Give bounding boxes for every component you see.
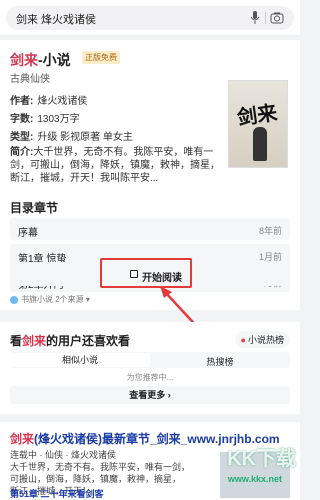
intro-row: 简介:大千世界，无奇不有。我陈平安，唯有一剑，可搬山，倒海，降妖，镇魔，敕神，摘… [10,147,220,184]
book-genre: 古典仙侠 [10,74,50,85]
camera-icon[interactable] [270,11,284,25]
fire-icon: ● [240,335,246,345]
book-title[interactable]: 剑来-小说 [10,50,71,70]
chapters-heading: 目录章节 [10,201,59,215]
search-input[interactable]: 剑来 烽火戏诸侯 [6,6,294,30]
words-row: 字数: 1303万字 [10,114,80,125]
result-latest-chapter[interactable]: 第51章 二十年来看剑客 [10,487,104,500]
book-cover[interactable]: 剑来 [228,80,288,168]
recommend-card: 看剑来的用户还喜欢看 ● 小说热榜 相似小说 热搜榜 为您推荐中... 查看更多 … [0,322,300,414]
hot-list-button[interactable]: ● 小说热榜 [234,331,290,348]
watermark-url: www.kkx.net [227,474,282,484]
view-more-button[interactable]: 查看更多 › [10,386,290,404]
highlight-box [100,258,192,288]
recommend-title: 看剑来的用户还喜欢看 [10,334,131,348]
type-row: 类型: 升级 影视原著 单女主 [10,132,133,143]
author-row: 作者: 烽火戏诸侯 [10,96,88,107]
tab-similar[interactable]: 相似小说 [10,353,150,367]
microphone-icon[interactable] [250,11,260,25]
cover-title: 剑来 [235,100,279,130]
source-selector[interactable]: 书旗小说 2个来源 ▾ [10,294,90,305]
free-badge: 正版免费 [82,51,120,64]
search-divider [265,12,266,24]
search-bar: 剑来 烽火戏诸侯 [0,0,300,36]
watermark-logo: KK下载 [227,448,296,470]
recommend-tabs: 相似小说 热搜榜 [10,352,290,368]
loading-hint: 为您推荐中... [126,373,174,382]
search-query: 剑来 烽火戏诸侯 [16,14,97,26]
chapter-row-0[interactable]: 序幕 8年前 [10,218,290,240]
source-logo-icon [10,295,18,304]
tab-hot-search[interactable]: 热搜榜 [150,355,290,368]
cover-figure [253,127,267,161]
